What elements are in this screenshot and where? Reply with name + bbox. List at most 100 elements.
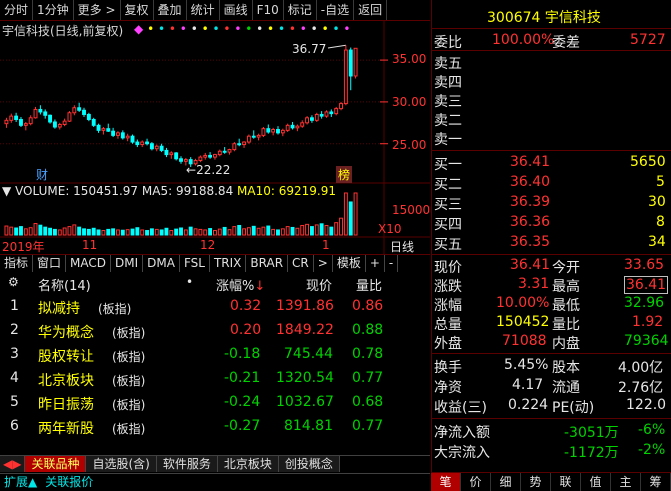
finance-event-label: 财: [36, 168, 49, 182]
candle: [52, 119, 57, 129]
stat-price-label: 现价: [434, 260, 462, 276]
quote-tabs: 笔 价 细 势 联 值 主 筹: [431, 472, 671, 491]
tab-software[interactable]: 软件服务: [156, 456, 218, 472]
candle: [324, 110, 329, 118]
volume-bar: [33, 223, 38, 236]
toolbar-stats[interactable]: 统计: [187, 0, 220, 20]
volume-bar: [159, 229, 164, 236]
indicator-tabs: 指标 窗口 MACD DMI DMA FSL TRIX BRAR CR > 模板…: [0, 254, 430, 273]
tab-window[interactable]: 窗口: [33, 255, 67, 272]
flow-block-label: 大宗流入: [434, 445, 490, 461]
volume-bar: [106, 228, 111, 236]
stat-outer-label: 外盘: [434, 336, 462, 352]
header-price[interactable]: 现价: [306, 275, 332, 294]
volume-bar: [309, 226, 314, 236]
volume-bar: [145, 230, 150, 236]
tab-indicator[interactable]: 指标: [0, 255, 34, 272]
candle: [305, 116, 310, 125]
candle: [276, 126, 280, 135]
tab-related[interactable]: 关联品种: [25, 456, 87, 472]
candle: [23, 121, 28, 131]
candle: [106, 123, 111, 133]
list-row[interactable]: 4 北京板块 (板指) -0.21 1320.54 0.77: [0, 367, 430, 391]
chart-title: 宇信科技(日线,前复权): [2, 24, 124, 38]
tab-remove[interactable]: -: [385, 255, 399, 272]
gear-icon[interactable]: ⚙: [8, 275, 19, 289]
list-row[interactable]: 5 昨日振荡 (板指) -0.24 1032.67 0.68: [0, 391, 430, 415]
tab-trix[interactable]: TRIX: [210, 255, 247, 272]
kline-chart[interactable]: [0, 21, 430, 255]
tab-more[interactable]: >: [314, 255, 333, 272]
tab-detail[interactable]: 细: [491, 473, 521, 491]
volume-bar: [91, 227, 96, 236]
volume-bar: [261, 226, 266, 236]
period-label[interactable]: 日线: [390, 238, 414, 255]
header-change[interactable]: 涨幅%↓: [216, 275, 265, 294]
candle: [334, 106, 339, 116]
fund-eps-value: 0.224: [508, 397, 549, 413]
tab-brar[interactable]: BRAR: [246, 255, 289, 272]
tab-link[interactable]: 联: [551, 473, 581, 491]
volume-bar: [227, 229, 232, 236]
volume-bar: [116, 229, 120, 236]
toolbar-more[interactable]: 更多 >: [74, 0, 121, 20]
volume-bar: [9, 226, 14, 236]
tab-chips[interactable]: 筹: [641, 473, 671, 491]
candle: [309, 115, 314, 123]
tab-value[interactable]: 值: [581, 473, 611, 491]
tab-macd[interactable]: MACD: [66, 255, 112, 272]
status-expand[interactable]: 扩展▲: [0, 474, 41, 491]
tab-price[interactable]: 价: [461, 473, 491, 491]
tab-fsl[interactable]: FSL: [180, 255, 210, 272]
toolbar-f10[interactable]: F10: [253, 0, 284, 20]
candle: [329, 109, 334, 117]
tab-trend[interactable]: 势: [521, 473, 551, 491]
toolbar-mark[interactable]: 标记: [284, 0, 317, 20]
stat-volume-value: 150452: [496, 314, 550, 330]
toolbar-1min[interactable]: 1分钟: [33, 0, 74, 20]
tab-add[interactable]: +: [366, 255, 385, 272]
volume-toggle-icon[interactable]: ▼: [2, 184, 11, 198]
tab-dmi[interactable]: DMI: [111, 255, 144, 272]
candle-series: [4, 45, 358, 167]
tab-cr[interactable]: CR: [288, 255, 314, 272]
toolbar-draw[interactable]: 画线: [220, 0, 253, 20]
volume-bar: [72, 224, 77, 236]
candle: [280, 128, 285, 137]
volume-bar: [285, 226, 290, 236]
fund-float-value: 2.76亿: [618, 380, 664, 396]
header-name[interactable]: 名称(14): [38, 275, 91, 294]
stock-name: 宇信科技: [544, 10, 601, 26]
tab-venture[interactable]: 创投概念: [278, 456, 340, 472]
list-row[interactable]: 1 拟减持 (板指) 0.32 1391.86 0.86: [0, 295, 430, 319]
toolbar-remove-watch[interactable]: -自选: [317, 0, 355, 20]
high-price-label: 36.77: [292, 42, 327, 56]
candle: [96, 123, 101, 133]
tab-tick[interactable]: 笔: [431, 473, 461, 491]
list-row[interactable]: 2 华为概念 (板指) 0.20 1849.22 0.88: [0, 319, 430, 343]
candle: [295, 124, 300, 132]
tab-dma[interactable]: DMA: [143, 255, 180, 272]
tab-scroll-left-icon[interactable]: ◀▶: [0, 456, 26, 472]
sell1-label: 卖一: [434, 132, 462, 148]
volume-bar: [82, 228, 86, 236]
volume-legend: ▼ VOLUME: 150451.97 MA5: 99188.84 MA10: …: [2, 184, 336, 198]
toolbar-back[interactable]: 返回: [354, 0, 388, 20]
volume-bar: [300, 224, 305, 236]
candle: [242, 141, 246, 148]
header-ratio[interactable]: 量比: [356, 275, 382, 294]
tab-beijing[interactable]: 北京板块: [217, 456, 279, 472]
toolbar-overlay[interactable]: 叠加: [154, 0, 187, 20]
list-row[interactable]: 3 股权转让 (板指) -0.18 745.44 0.78: [0, 343, 430, 367]
volume-bar: [208, 228, 213, 236]
toolbar-adjust[interactable]: 复权: [121, 0, 154, 20]
volume-bar: [86, 228, 91, 236]
tab-main[interactable]: 主: [611, 473, 641, 491]
status-related-quote[interactable]: 关联报价: [41, 474, 97, 491]
list-row[interactable]: 6 两年新股 (板指) -0.27 814.81 0.77: [0, 415, 430, 439]
tab-template[interactable]: 模板: [333, 255, 366, 272]
flow-net-pct: -6%: [638, 422, 666, 438]
toolbar-intraday[interactable]: 分时: [0, 0, 34, 20]
tab-watchlist[interactable]: 自选股(含): [86, 456, 157, 472]
fund-capital-value: 4.00亿: [618, 360, 664, 376]
